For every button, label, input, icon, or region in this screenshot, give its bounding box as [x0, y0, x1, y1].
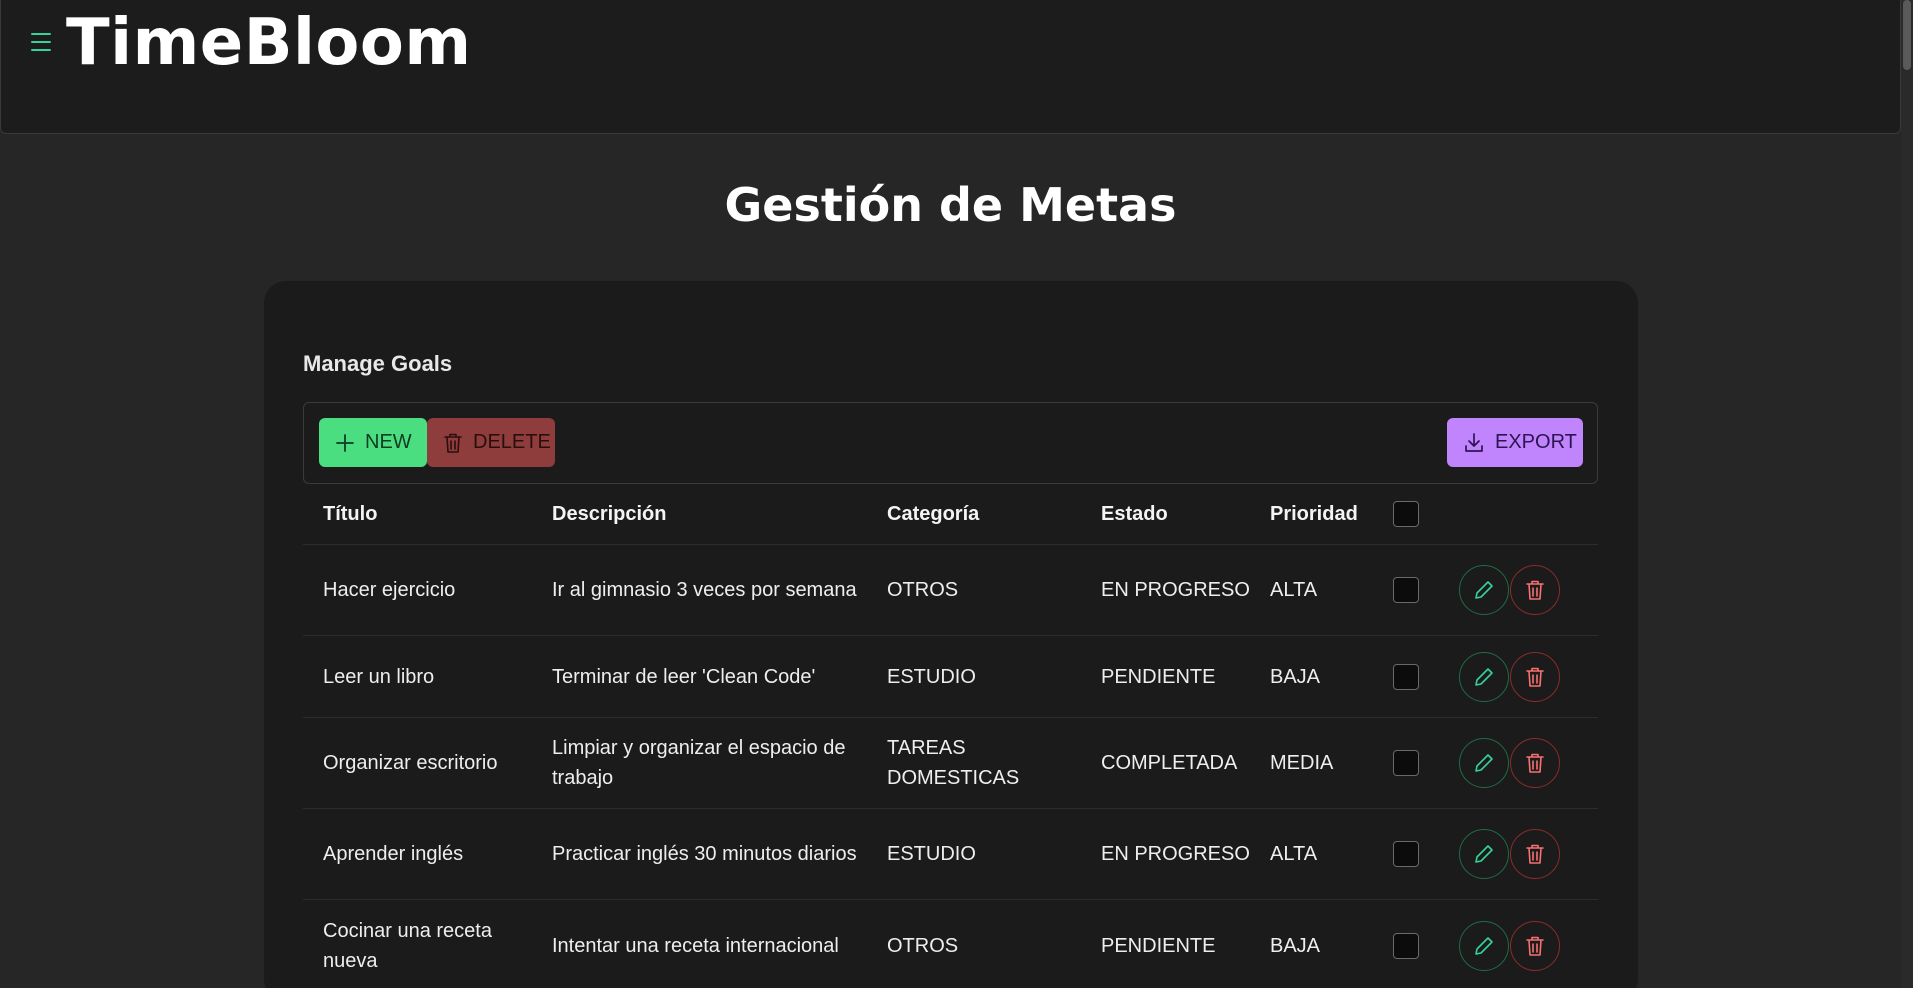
- trash-icon: [1526, 936, 1544, 956]
- row-prioridad: MEDIA: [1270, 752, 1334, 774]
- card-title: Manage Goals: [303, 351, 453, 376]
- row-prioridad: ALTA: [1270, 579, 1318, 601]
- row-checkbox[interactable]: [1393, 577, 1419, 603]
- row-categoria: TAREAS DOMESTICAS: [887, 737, 1020, 789]
- plus-icon: [336, 433, 354, 452]
- edit-button[interactable]: [1459, 565, 1509, 615]
- column-header-descripcion[interactable]: Descripción: [552, 484, 872, 544]
- row-categoria: ESTUDIO: [887, 843, 976, 865]
- page-scrollbar[interactable]: [1901, 0, 1913, 988]
- pencil-icon: [1475, 845, 1493, 863]
- delete-button[interactable]: DELETE: [427, 418, 555, 467]
- row-descripcion: Limpiar y organizar el espacio de trabaj…: [552, 737, 846, 789]
- row-estado: PENDIENTE: [1101, 665, 1216, 688]
- table-row: Cocinar una receta nueva Intentar una re…: [303, 900, 1598, 988]
- edit-button[interactable]: [1459, 829, 1509, 879]
- row-prioridad: BAJA: [1270, 665, 1321, 688]
- row-descripcion: Practicar inglés 30 minutos diarios: [552, 843, 857, 865]
- trash-icon: [444, 433, 462, 453]
- row-delete-button[interactable]: [1510, 565, 1560, 615]
- table-header-row: Título Descripción Categoría Estado Prio…: [303, 484, 1598, 545]
- row-titulo: Cocinar una receta nueva: [323, 919, 492, 972]
- column-header-estado[interactable]: Estado: [1101, 484, 1261, 544]
- row-estado: COMPLETADA: [1101, 752, 1238, 774]
- trash-icon: [1526, 580, 1544, 600]
- export-button[interactable]: EXPORT: [1447, 418, 1583, 467]
- row-checkbox[interactable]: [1393, 841, 1419, 867]
- column-header-categoria[interactable]: Categoría: [887, 484, 1087, 544]
- row-categoria: OTROS: [887, 579, 959, 601]
- row-titulo: Leer un libro: [323, 665, 435, 688]
- new-button[interactable]: NEW: [319, 418, 427, 467]
- select-all-checkbox[interactable]: [1393, 501, 1419, 527]
- table-row: Hacer ejercicio Ir al gimnasio 3 veces p…: [303, 545, 1598, 636]
- table-toolbar: NEW DELETE EXPORT: [303, 402, 1598, 484]
- page-title: Gestión de Metas: [724, 178, 1177, 232]
- row-categoria: OTROS: [887, 934, 959, 957]
- export-button-label: EXPORT: [1495, 431, 1577, 453]
- trash-icon: [1526, 667, 1544, 687]
- edit-button[interactable]: [1459, 651, 1509, 702]
- app-header: TimeBloom: [0, 0, 1901, 134]
- row-checkbox[interactable]: [1393, 932, 1419, 959]
- row-delete-button[interactable]: [1510, 920, 1560, 971]
- table-row: Organizar escritorio Limpiar y organizar…: [303, 718, 1598, 809]
- edit-button[interactable]: [1459, 738, 1509, 788]
- trash-icon: [1526, 753, 1544, 773]
- edit-button[interactable]: [1459, 920, 1509, 971]
- row-descripcion: Ir al gimnasio 3 veces por semana: [552, 579, 857, 601]
- row-titulo: Organizar escritorio: [323, 752, 498, 774]
- download-icon: [1465, 432, 1483, 452]
- row-estado: EN PROGRESO: [1101, 843, 1250, 865]
- scrollbar-thumb[interactable]: [1903, 0, 1911, 70]
- row-titulo: Hacer ejercicio: [323, 579, 456, 601]
- trash-icon: [1526, 844, 1544, 864]
- table-row: Leer un libro Terminar de leer 'Clean Co…: [303, 636, 1598, 718]
- row-delete-button[interactable]: [1510, 738, 1560, 788]
- row-estado: PENDIENTE: [1101, 934, 1216, 957]
- app-brand[interactable]: TimeBloom: [66, 6, 472, 80]
- goals-table: Título Descripción Categoría Estado Prio…: [303, 484, 1598, 988]
- hamburger-menu-icon[interactable]: [30, 33, 52, 51]
- row-estado: EN PROGRESO: [1101, 579, 1250, 601]
- row-prioridad: BAJA: [1270, 934, 1321, 957]
- row-checkbox[interactable]: [1393, 663, 1419, 690]
- pencil-icon: [1475, 936, 1493, 955]
- delete-button-label: DELETE: [473, 431, 551, 453]
- row-categoria: ESTUDIO: [887, 665, 976, 688]
- pencil-icon: [1475, 581, 1493, 599]
- column-header-prioridad[interactable]: Prioridad: [1270, 484, 1390, 544]
- row-descripcion: Intentar una receta internacional: [552, 934, 839, 957]
- row-delete-button[interactable]: [1510, 651, 1560, 702]
- row-titulo: Aprender inglés: [323, 843, 464, 865]
- column-header-titulo[interactable]: Título: [323, 484, 543, 544]
- row-delete-button[interactable]: [1510, 829, 1560, 879]
- row-descripcion: Terminar de leer 'Clean Code': [552, 665, 816, 688]
- pencil-icon: [1475, 754, 1493, 772]
- new-button-label: NEW: [365, 431, 412, 453]
- goals-card: Manage Goals NEW DELETE EXPORT Título De…: [264, 281, 1638, 988]
- row-checkbox[interactable]: [1393, 750, 1419, 776]
- table-row: Aprender inglés Practicar inglés 30 minu…: [303, 809, 1598, 900]
- pencil-icon: [1475, 667, 1493, 686]
- row-prioridad: ALTA: [1270, 843, 1318, 865]
